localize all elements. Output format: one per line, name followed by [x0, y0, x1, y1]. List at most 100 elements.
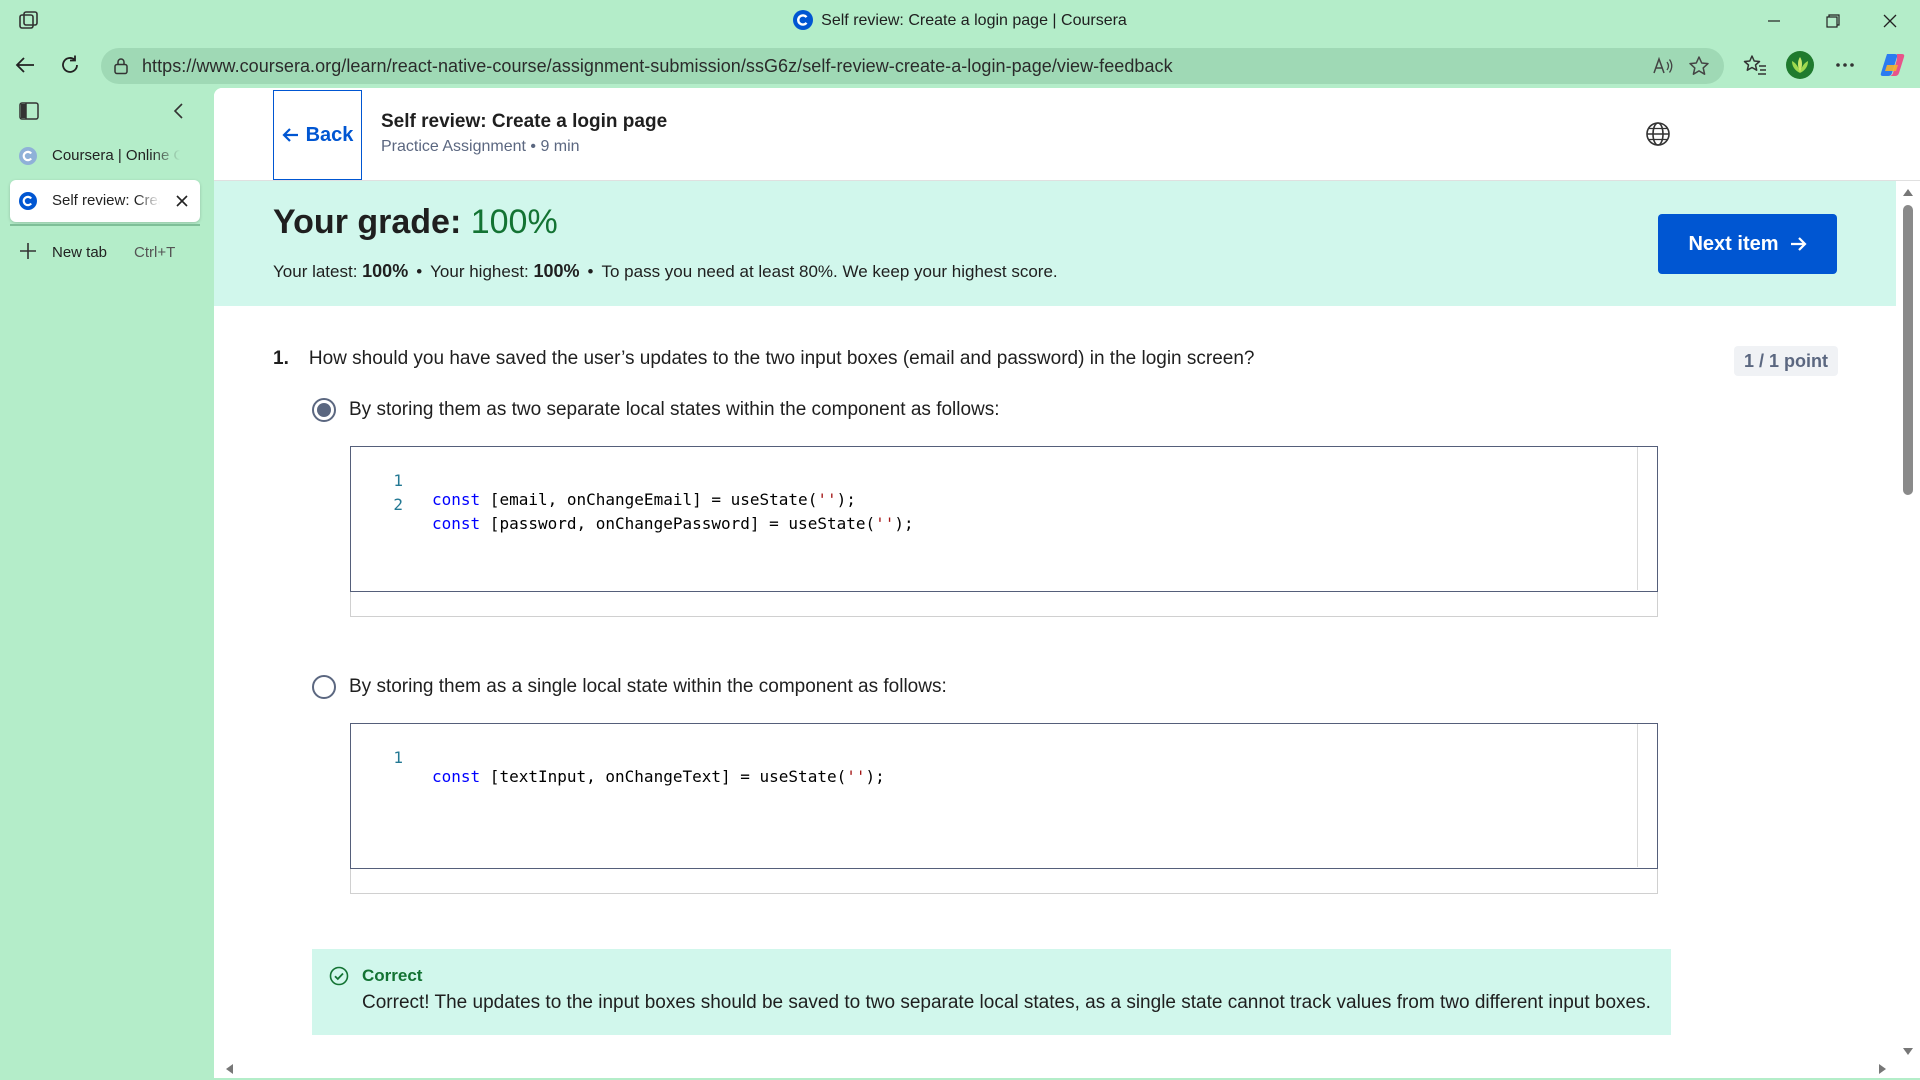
question-text: How should you have saved the user’s upd…	[308, 348, 1255, 369]
close-icon	[176, 195, 188, 207]
option-1-radio[interactable]	[312, 398, 336, 422]
code-text-end: );	[865, 767, 885, 786]
tab-label: Coursera | Online Co	[52, 147, 180, 164]
close-tab-button[interactable]	[172, 191, 192, 211]
tabs-divider	[10, 224, 200, 226]
scroll-left-icon[interactable]	[224, 1063, 234, 1075]
address-bar[interactable]: https://www.coursera.org/learn/react-nat…	[101, 48, 1724, 84]
check-circle-icon	[329, 966, 349, 991]
back-label: Back	[305, 123, 354, 146]
code-text: [email, onChangeEmail] = useState(	[480, 490, 818, 509]
favorite-star-icon[interactable]	[1688, 55, 1710, 82]
window-title-text: Self review: Create a login page | Cours…	[821, 12, 1127, 29]
tab-coursera-home[interactable]: Coursera | Online Co	[10, 135, 200, 177]
arrow-left-icon	[15, 57, 34, 73]
grade-prefix: Your grade:	[273, 203, 471, 241]
code-line: 1 const [textInput, onChangeText] = useS…	[351, 729, 884, 786]
code-text: [textInput, onChangeText] = useState(	[480, 767, 847, 786]
code-string: ''	[817, 490, 837, 509]
feedback-box: Correct Correct! The updates to the inpu…	[312, 949, 1671, 1035]
url-text[interactable]: https://www.coursera.org/learn/react-nat…	[142, 56, 1173, 77]
code-footer	[350, 869, 1658, 894]
window-title: Self review: Create a login page | Cours…	[0, 10, 1920, 35]
code-keyword: const	[432, 490, 481, 509]
favorites-button[interactable]	[1738, 50, 1772, 80]
browser-toolbar: https://www.coursera.org/learn/react-nat…	[0, 42, 1920, 88]
scroll-right-icon[interactable]	[1878, 1063, 1888, 1075]
read-aloud-icon[interactable]	[1652, 56, 1674, 81]
close-icon	[1883, 14, 1897, 28]
lock-icon[interactable]	[113, 57, 129, 80]
tab-actions-icon[interactable]	[19, 102, 39, 125]
next-item-button[interactable]: Next item	[1658, 214, 1837, 274]
highest-label: Your highest:	[430, 262, 534, 281]
copilot-button[interactable]	[1875, 50, 1909, 80]
vertical-tabs-panel: Coursera | Online Co Self review: Create…	[0, 88, 214, 1080]
option-1-code-block: 1 const [email, onChangeEmail] = useStat…	[350, 446, 1658, 592]
tab-label: Self review: Create a login page	[52, 192, 160, 209]
tab-self-review[interactable]: Self review: Create a login page	[10, 180, 200, 222]
code-string: ''	[875, 514, 895, 533]
latest-value: 100%	[362, 261, 409, 281]
page-title: Self review: Create a login page	[381, 111, 668, 132]
scrollbar-thumb[interactable]	[1903, 205, 1913, 495]
close-window-button[interactable]	[1862, 6, 1918, 36]
new-tab-label: New tab	[52, 244, 108, 261]
code-text-end: );	[836, 490, 856, 509]
new-tab-shortcut: Ctrl+T	[134, 244, 176, 261]
points-badge: 1 / 1 point	[1734, 346, 1839, 376]
scroll-up-icon[interactable]	[1902, 187, 1914, 197]
restore-button[interactable]	[1805, 6, 1861, 36]
profile-button[interactable]	[1783, 50, 1817, 80]
grade-value: 100%	[470, 203, 558, 241]
scroll-down-icon[interactable]	[1902, 1047, 1914, 1057]
more-icon	[1836, 63, 1854, 67]
highest-value: 100%	[533, 261, 580, 281]
favorites-list-icon	[1743, 55, 1766, 75]
page-content: Back Self review: Create a login page Pr…	[214, 88, 1920, 1078]
feedback-heading: Correct	[362, 966, 423, 985]
settings-more-button[interactable]	[1828, 50, 1862, 80]
collapse-panel-icon[interactable]	[172, 102, 184, 125]
code-text-end: );	[894, 514, 914, 533]
option-2-label[interactable]: By storing them as a single local state …	[349, 676, 947, 698]
refresh-icon	[62, 55, 78, 73]
coursera-favicon-icon	[19, 192, 37, 214]
minimize-icon	[1768, 20, 1780, 22]
grade-banner: Your grade: 100% Your latest: 100% • Your …	[214, 181, 1896, 306]
coursera-favicon-icon	[793, 10, 814, 35]
next-item-label: Next item	[1688, 232, 1779, 255]
option-2-radio[interactable]	[312, 675, 336, 699]
new-tab-button[interactable]: New tab Ctrl+T	[18, 238, 208, 268]
code-line: 2 const [password, onChangePassword] = u…	[351, 476, 913, 533]
copilot-icon	[1880, 54, 1905, 76]
feedback-body: Correct! The updates to the input boxes …	[362, 992, 1651, 1013]
coursera-favicon-icon	[19, 147, 37, 169]
avatar-icon	[1786, 51, 1814, 79]
vertical-tabs-toolbar	[0, 88, 214, 134]
line-number: 2	[393, 495, 403, 514]
horizontal-scrollbar[interactable]	[214, 1058, 1896, 1078]
minimize-button[interactable]	[1746, 6, 1802, 36]
restore-icon	[1826, 14, 1840, 28]
question-number: 1.	[273, 348, 289, 369]
code-keyword: const	[432, 514, 481, 533]
refresh-button[interactable]	[53, 50, 87, 80]
page-subtitle: Practice Assignment • 9 min	[381, 138, 580, 155]
code-line: 1 const [email, onChangeEmail] = useStat…	[351, 452, 856, 509]
grade-details: Your latest: 100% • Your highest: 100% • To …	[273, 261, 1058, 281]
code-scrollbar[interactable]	[1637, 447, 1657, 590]
back-nav-button[interactable]	[8, 50, 42, 80]
pass-note: To pass you need at least 80%. We keep y…	[601, 262, 1058, 281]
plus-icon	[18, 241, 38, 265]
code-keyword: const	[432, 767, 481, 786]
question-prompt: 1. How should you have saved the user’s u…	[273, 348, 1255, 370]
option-1-label[interactable]: By storing them as two separate local st…	[349, 399, 1000, 421]
grade-title: Your grade: 100%	[273, 203, 558, 242]
arrow-left-icon	[282, 128, 298, 142]
option-2-code-block: 1 const [textInput, onChangeText] = useS…	[350, 723, 1658, 869]
language-globe-icon[interactable]	[1645, 121, 1671, 152]
vertical-scrollbar[interactable]	[1896, 181, 1920, 1078]
back-button[interactable]: Back	[273, 90, 362, 180]
code-scrollbar[interactable]	[1637, 724, 1657, 867]
